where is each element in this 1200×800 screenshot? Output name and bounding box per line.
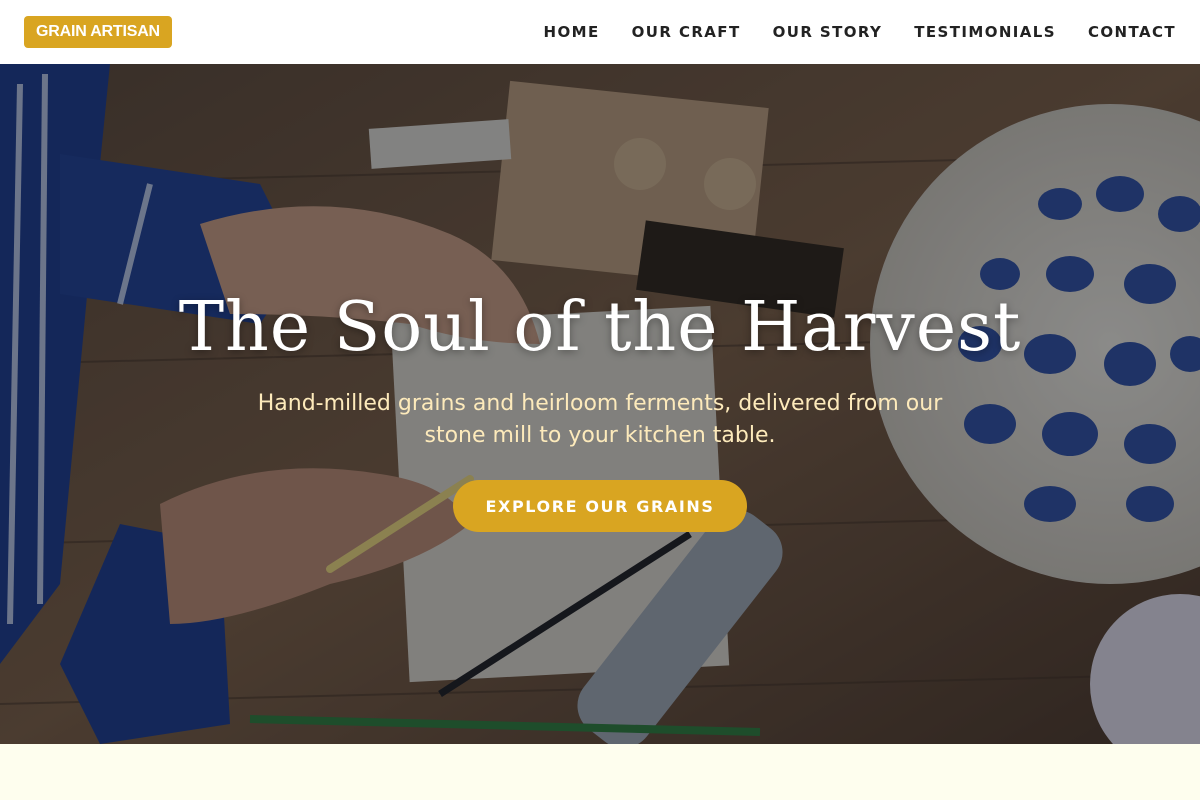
explore-grains-button[interactable]: EXPLORE OUR GRAINS xyxy=(453,480,747,532)
hero-content: The Soul of the Harvest Hand-milled grai… xyxy=(0,64,1200,744)
hero-section: The Soul of the Harvest Hand-milled grai… xyxy=(0,64,1200,744)
next-section-top xyxy=(0,744,1200,800)
nav-contact[interactable]: CONTACT xyxy=(1088,22,1176,42)
hero-title: The Soul of the Harvest xyxy=(178,288,1022,367)
nav-our-craft[interactable]: OUR CRAFT xyxy=(632,22,741,42)
nav-testimonials[interactable]: TESTIMONIALS xyxy=(914,22,1056,42)
main-nav: HOME OUR CRAFT OUR STORY TESTIMONIALS CO… xyxy=(512,22,1176,42)
hero-subtitle: Hand-milled grains and heirloom ferments… xyxy=(257,391,943,448)
nav-home[interactable]: HOME xyxy=(544,22,600,42)
nav-our-story[interactable]: OUR STORY xyxy=(773,22,883,42)
brand-logo[interactable]: GRAIN ARTISAN xyxy=(24,16,172,48)
site-header: GRAIN ARTISAN HOME OUR CRAFT OUR STORY T… xyxy=(0,0,1200,64)
